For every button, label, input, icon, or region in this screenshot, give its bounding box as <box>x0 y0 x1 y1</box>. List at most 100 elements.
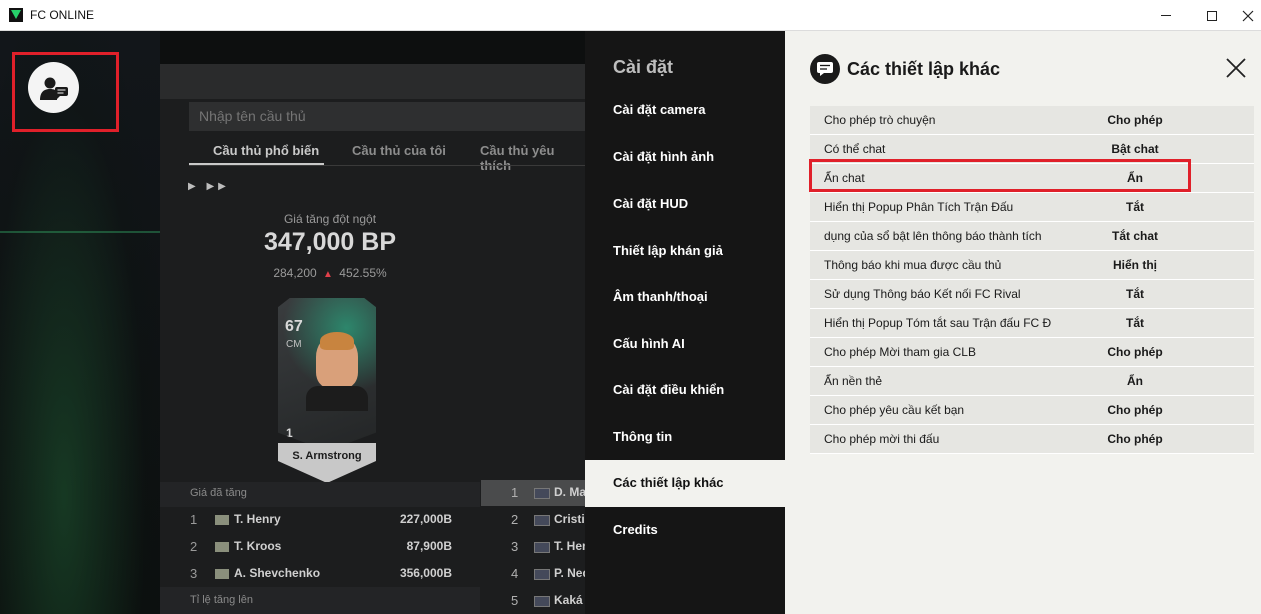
close-icon <box>1226 58 1246 78</box>
setting-row-purchase-notice[interactable]: Thông báo khi mua được cầu thủ Hiển thị <box>810 251 1254 280</box>
setting-row-hide-card-bg[interactable]: Ẩn nền thẻ Ẩn <box>810 367 1254 396</box>
setting-label: Có thể chat <box>824 142 886 156</box>
club-badge-icon <box>534 569 550 580</box>
setting-label: Cho phép mời thi đấu <box>824 432 940 446</box>
setting-row-allow-chat[interactable]: Cho phép trò chuyện Cho phép <box>810 106 1254 135</box>
setting-row-rival-notice[interactable]: Sử dụng Thông báo Kết nối FC Rival Tắt <box>810 280 1254 309</box>
pitch-line <box>0 231 160 233</box>
list-rank: 1 <box>190 512 198 527</box>
app-logo-icon <box>9 8 23 22</box>
setting-value[interactable]: Cho phép <box>1075 113 1195 127</box>
chat-bubble-icon <box>810 54 840 84</box>
sidebar-item-spectators[interactable]: Thiết lập khán giả <box>585 228 785 275</box>
list-item[interactable]: 4 P. Ned <box>481 561 585 587</box>
setting-value[interactable]: Hiển thị <box>1075 258 1195 272</box>
close-settings-button[interactable] <box>1224 56 1248 80</box>
sidebar-item-label: Cài đặt hình ảnh <box>613 149 715 164</box>
list-item[interactable]: 1 T. Henry 227,000B <box>160 507 480 533</box>
window-title: FC ONLINE <box>30 8 95 22</box>
trend-percent: 452.55% <box>339 266 387 280</box>
club-badge-icon <box>534 542 550 553</box>
setting-value[interactable]: Cho phép <box>1075 432 1195 446</box>
setting-label: Sử dụng Thông báo Kết nối FC Rival <box>824 287 1021 301</box>
setting-label: Cho phép yêu cầu kết bạn <box>824 403 965 417</box>
setting-value[interactable]: Bật chat <box>1075 142 1195 156</box>
highlight-box-avatar <box>12 52 119 132</box>
setting-value[interactable]: Tắt <box>1075 200 1195 214</box>
card-position: CM <box>286 339 302 350</box>
sidebar-item-ai[interactable]: Cấu hình AI <box>585 321 785 368</box>
setting-value[interactable]: Cho phép <box>1075 403 1195 417</box>
sidebar-item-hud[interactable]: Cài đặt HUD <box>585 181 785 228</box>
trend-label: Giá tăng đột ngột <box>283 212 377 226</box>
trend-old-price: 284,200 <box>273 266 317 280</box>
sidebar-item-camera[interactable]: Cài đặt camera <box>585 87 785 134</box>
setting-label: Thông báo khi mua được cầu thủ <box>824 258 1002 272</box>
setting-label: Cho phép trò chuyện <box>824 113 936 127</box>
setting-row-achievement-popup[interactable]: dụng của sổ bật lên thông báo thành tích… <box>810 222 1254 251</box>
setting-row-match-analysis-popup[interactable]: Hiển thị Popup Phân Tích Trận Đấu Tắt <box>810 193 1254 222</box>
setting-value[interactable]: Tắt <box>1075 287 1195 301</box>
play-arrows-icon[interactable]: ▶ ▶▶ <box>188 181 230 192</box>
sidebar-item-label: Âm thanh/thoại <box>613 289 708 304</box>
minimize-button[interactable] <box>1143 0 1189 31</box>
player-portrait <box>316 332 358 388</box>
setting-value[interactable]: Cho phép <box>1075 345 1195 359</box>
list-item[interactable]: 1 D. Mar <box>481 480 585 506</box>
setting-row-friend-request[interactable]: Cho phép yêu cầu kết bạn Cho phép <box>810 396 1254 425</box>
list-item[interactable]: 2 Cristia <box>481 507 585 533</box>
player-search-input[interactable] <box>199 108 569 124</box>
setting-row-match-invite[interactable]: Cho phép mời thi đấu Cho phép <box>810 425 1254 454</box>
setting-row-club-invite[interactable]: Cho phép Mời tham gia CLB Cho phép <box>810 338 1254 367</box>
trend-price: 347,000 BP <box>263 228 397 256</box>
card-player-name: S. Armstrong <box>292 450 362 462</box>
sidebar-item-controls[interactable]: Cài đặt điều khiển <box>585 367 785 414</box>
club-badge-icon <box>534 515 550 526</box>
list-item[interactable]: 3 T. Hen <box>481 534 585 560</box>
sidebar-item-label: Cấu hình AI <box>613 336 685 351</box>
setting-label: Ẩn nền thẻ <box>824 374 883 388</box>
tab-my-players[interactable]: Cầu thủ của tôi <box>352 143 446 158</box>
list-player-name: Kaká <box>554 593 583 607</box>
list-player-name: T. Kroos <box>234 539 282 553</box>
tab-popular-players[interactable]: Cầu thủ phổ biến <box>213 143 319 158</box>
sidebar-item-audio[interactable]: Âm thanh/thoại <box>585 274 785 321</box>
list-item[interactable]: 5 Kaká <box>481 588 585 614</box>
app-window: FC ONLINE Cầu thủ phổ biến Cầu thủ của <box>0 0 1261 614</box>
club-badge-icon <box>215 515 229 525</box>
sidebar-item-label: Thông tin <box>613 429 673 444</box>
list-player-name: A. Shevchenko <box>234 566 321 580</box>
list-player-price: 356,000B <box>399 566 452 580</box>
maximize-button[interactable] <box>1189 0 1235 31</box>
setting-label: Cho phép Mời tham gia CLB <box>824 345 976 359</box>
list-item[interactable]: 2 T. Kroos 87,900B <box>160 534 480 560</box>
close-window-button[interactable] <box>1235 0 1261 31</box>
list-rank: 2 <box>190 539 198 554</box>
setting-value[interactable]: Tắt chat <box>1075 229 1195 243</box>
tab-divider <box>189 165 585 166</box>
list-rank: 3 <box>190 566 198 581</box>
sidebar-item-info[interactable]: Thông tin <box>585 414 785 461</box>
price-rise-header: Giá đã tăng <box>160 482 480 507</box>
price-rise-label: Giá đã tăng <box>190 487 247 499</box>
list-player-price: 87,900B <box>406 539 452 553</box>
settings-title: Cài đặt <box>613 57 674 77</box>
tab-favorite-players[interactable]: Cầu thủ yêu thích <box>480 143 585 173</box>
list-player-name: T. Henry <box>234 512 281 526</box>
minimize-icon <box>1161 15 1171 16</box>
setting-value[interactable]: Tắt <box>1075 316 1195 330</box>
list-item[interactable]: 3 A. Shevchenko 356,000B <box>160 561 480 587</box>
highlight-box-hide-chat <box>809 159 1191 192</box>
sidebar-item-other-settings[interactable]: Các thiết lập khác <box>585 460 785 507</box>
setting-row-match-summary-popup[interactable]: Hiển thị Popup Tóm tắt sau Trận đấu FC Đ… <box>810 309 1254 338</box>
list-rank: 2 <box>511 512 519 527</box>
list-player-name: P. Ned <box>554 566 585 580</box>
setting-value[interactable]: Ẩn <box>1075 374 1195 388</box>
sidebar-item-graphics[interactable]: Cài đặt hình ảnh <box>585 134 785 181</box>
sidebar-item-label: Các thiết lập khác <box>613 475 724 490</box>
settings-sidebar: Cài đặt Cài đặt camera Cài đặt hình ảnh … <box>585 31 785 614</box>
player-search-bar[interactable] <box>189 102 585 131</box>
player-card[interactable]: 67 CM 1 <box>278 298 376 451</box>
sidebar-item-credits[interactable]: Credits <box>585 507 785 554</box>
market-panel-header <box>160 64 585 99</box>
